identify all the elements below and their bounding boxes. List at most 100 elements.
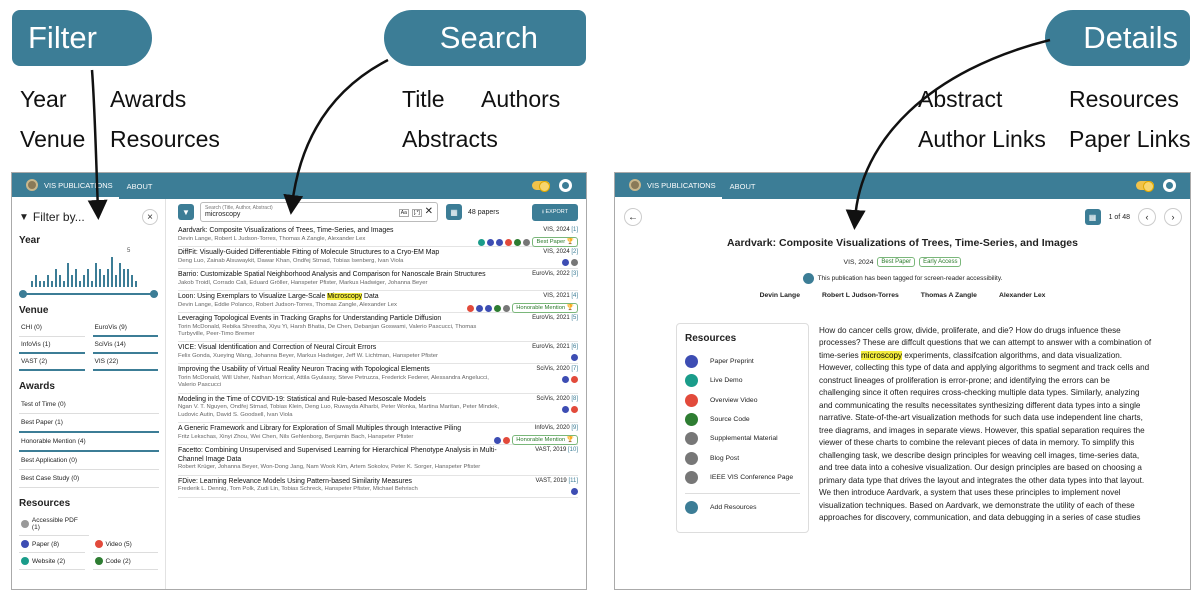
resource-icon[interactable] bbox=[476, 304, 484, 312]
resource-icon[interactable] bbox=[571, 487, 578, 495]
resource-link[interactable]: Source Code bbox=[685, 410, 800, 429]
paper-row[interactable]: FDive: Learning Relevance Models Using P… bbox=[178, 476, 578, 498]
paper-resource-icons bbox=[571, 354, 578, 362]
award-filter-item[interactable]: Honorable Mention (4) bbox=[19, 433, 159, 452]
resource-link[interactable]: Overview Video bbox=[685, 391, 800, 410]
paper-title[interactable]: FDive: Learning Relevance Models Using P… bbox=[178, 478, 578, 487]
resource-icon[interactable] bbox=[562, 405, 569, 413]
resource-link[interactable]: Supplemental Material bbox=[685, 429, 800, 448]
search-input[interactable]: Search (Title, Author, Abstract) microsc… bbox=[200, 202, 438, 222]
paper-title[interactable]: Leveraging Topological Events in Trackin… bbox=[178, 315, 578, 324]
resource-icon[interactable] bbox=[467, 304, 475, 312]
add-resources-button[interactable]: Add Resources bbox=[685, 493, 800, 515]
resource-filter-item[interactable]: Website (2) bbox=[19, 553, 85, 570]
paper-row[interactable]: Modeling in the Time of COVID-19: Statis… bbox=[178, 394, 578, 424]
paper-row[interactable]: Loon: Using Exemplars to Visualize Large… bbox=[178, 291, 578, 313]
early-access-badge[interactable]: Early Access bbox=[919, 257, 962, 267]
year-histogram[interactable]: 5 bbox=[19, 248, 158, 298]
next-paper-button[interactable]: › bbox=[1164, 208, 1182, 226]
paper-row[interactable]: Aardvark: Composite Visualizations of Tr… bbox=[178, 225, 578, 247]
resource-icon[interactable] bbox=[503, 304, 511, 312]
paper-title[interactable]: Improving the Usability of Virtual Reali… bbox=[178, 366, 578, 375]
resource-icon[interactable] bbox=[571, 259, 578, 266]
clear-search-icon[interactable]: ✕ bbox=[425, 206, 433, 217]
resource-icon[interactable] bbox=[571, 405, 578, 413]
resource-icon[interactable] bbox=[562, 376, 569, 384]
export-button[interactable]: ⭳ EXPORT bbox=[532, 203, 578, 221]
back-arrow-icon[interactable]: ← bbox=[624, 208, 642, 226]
about-link[interactable]: ABOUT bbox=[119, 182, 161, 191]
resource-filter-item[interactable]: Video (5) bbox=[92, 536, 158, 553]
resource-link[interactable]: Paper Preprint bbox=[685, 352, 800, 371]
paper-row[interactable]: Improving the Usability of Virtual Reali… bbox=[178, 364, 578, 394]
paper-title[interactable]: Aardvark: Composite Visualizations of Tr… bbox=[178, 227, 578, 236]
award-badge: Honorable Mention 🏆 bbox=[512, 435, 578, 446]
paper-title[interactable]: A Generic Framework and Library for Expl… bbox=[178, 425, 578, 434]
paper-row[interactable]: VICE: Visual Identification and Correcti… bbox=[178, 342, 578, 365]
brand-tab-detail[interactable]: VIS PUBLICATIONS bbox=[615, 173, 722, 199]
resource-filter-item[interactable]: Code (2) bbox=[92, 553, 158, 570]
resource-icon[interactable] bbox=[523, 238, 531, 246]
paper-row[interactable]: Leveraging Topological Events in Trackin… bbox=[178, 313, 578, 343]
paper-title[interactable]: Modeling in the Time of COVID-19: Statis… bbox=[178, 396, 578, 405]
venue-filter-item[interactable]: SciVis (14) bbox=[92, 337, 158, 354]
paper-title[interactable]: DiffFit: Visually-Guided Differentiable … bbox=[178, 249, 578, 258]
resource-icon[interactable] bbox=[485, 304, 493, 312]
resource-icon[interactable] bbox=[494, 304, 502, 312]
close-filter-button[interactable]: × bbox=[142, 209, 158, 225]
paper-title[interactable]: VICE: Visual Identification and Correcti… bbox=[178, 344, 578, 353]
about-link-detail[interactable]: ABOUT bbox=[722, 182, 764, 191]
award-filter-item[interactable]: Best Case Study (0) bbox=[19, 470, 159, 488]
resource-icon[interactable] bbox=[571, 376, 578, 384]
github-icon[interactable] bbox=[1163, 179, 1176, 192]
resource-icon[interactable] bbox=[505, 238, 513, 246]
resource-link[interactable]: Blog Post bbox=[685, 448, 800, 467]
award-filter-item[interactable]: Best Application (0) bbox=[19, 452, 159, 470]
match-case-toggle[interactable]: Aa bbox=[398, 209, 409, 217]
venue-filter-item[interactable]: VIS (22) bbox=[92, 354, 158, 371]
author-link[interactable]: Robert L Judson-Torres bbox=[822, 292, 899, 299]
resource-link[interactable]: IEEE VIS Conference Page bbox=[685, 468, 800, 487]
paper-row[interactable]: DiffFit: Visually-Guided Differentiable … bbox=[178, 247, 578, 269]
resource-icon[interactable] bbox=[487, 238, 495, 246]
paper-title[interactable]: Facetto: Combining Unsupervised and Supe… bbox=[178, 447, 578, 464]
resource-link[interactable]: Live Demo bbox=[685, 371, 800, 390]
venue-filter-item[interactable]: EuroVis (9) bbox=[92, 320, 158, 337]
author-link[interactable]: Alexander Lex bbox=[999, 292, 1045, 299]
paper-title[interactable]: Barrio: Customizable Spatial Neighborhoo… bbox=[178, 271, 578, 280]
award-filter-item[interactable]: Test of Time (0) bbox=[19, 396, 159, 414]
venue-filter-item[interactable]: InfoVis (1) bbox=[19, 337, 85, 354]
year-range-handle-left[interactable] bbox=[19, 290, 27, 298]
theme-toggle-icon[interactable] bbox=[1136, 181, 1154, 192]
author-link[interactable]: Thomas A Zangle bbox=[921, 292, 977, 299]
brand-tab[interactable]: VIS PUBLICATIONS bbox=[12, 173, 119, 199]
resource-filter-item[interactable]: Paper (8) bbox=[19, 536, 85, 553]
resource-filter-label: Code (2) bbox=[105, 557, 131, 565]
resource-icon[interactable] bbox=[496, 238, 504, 246]
award-filter-item[interactable]: Best Paper (1) bbox=[19, 414, 159, 433]
detail-header: ← ▦ 1 of 48 ‹ › bbox=[615, 199, 1190, 233]
resource-icon[interactable] bbox=[562, 259, 569, 266]
regex-toggle[interactable]: [.*] bbox=[411, 209, 422, 217]
grid-view-button-detail[interactable]: ▦ bbox=[1084, 209, 1101, 225]
author-link[interactable]: Devin Lange bbox=[760, 292, 800, 299]
resource-icon[interactable] bbox=[514, 238, 522, 246]
paper-row[interactable]: A Generic Framework and Library for Expl… bbox=[178, 423, 578, 446]
filter-toggle-button[interactable]: ▼ bbox=[178, 204, 194, 220]
paper-row[interactable]: Facetto: Combining Unsupervised and Supe… bbox=[178, 445, 578, 476]
resource-icon[interactable] bbox=[503, 436, 511, 444]
grid-view-button[interactable]: ▦ bbox=[446, 204, 462, 220]
resource-filter-item[interactable]: Accessible PDF (1) bbox=[19, 513, 89, 536]
github-icon[interactable] bbox=[559, 179, 572, 192]
resource-icon[interactable] bbox=[494, 436, 502, 444]
previous-paper-button[interactable]: ‹ bbox=[1138, 208, 1156, 226]
paper-title[interactable]: Loon: Using Exemplars to Visualize Large… bbox=[178, 293, 578, 302]
year-range-handle-right[interactable] bbox=[150, 290, 158, 298]
paper-row[interactable]: Barrio: Customizable Spatial Neighborhoo… bbox=[178, 269, 578, 291]
theme-toggle-icon[interactable] bbox=[532, 181, 550, 192]
resource-icon[interactable] bbox=[571, 354, 578, 362]
resource-icon[interactable] bbox=[478, 238, 486, 246]
paper-index: [2] bbox=[571, 249, 578, 255]
venue-filter-item[interactable]: VAST (2) bbox=[19, 354, 85, 371]
venue-filter-item[interactable]: CHI (0) bbox=[19, 320, 85, 337]
